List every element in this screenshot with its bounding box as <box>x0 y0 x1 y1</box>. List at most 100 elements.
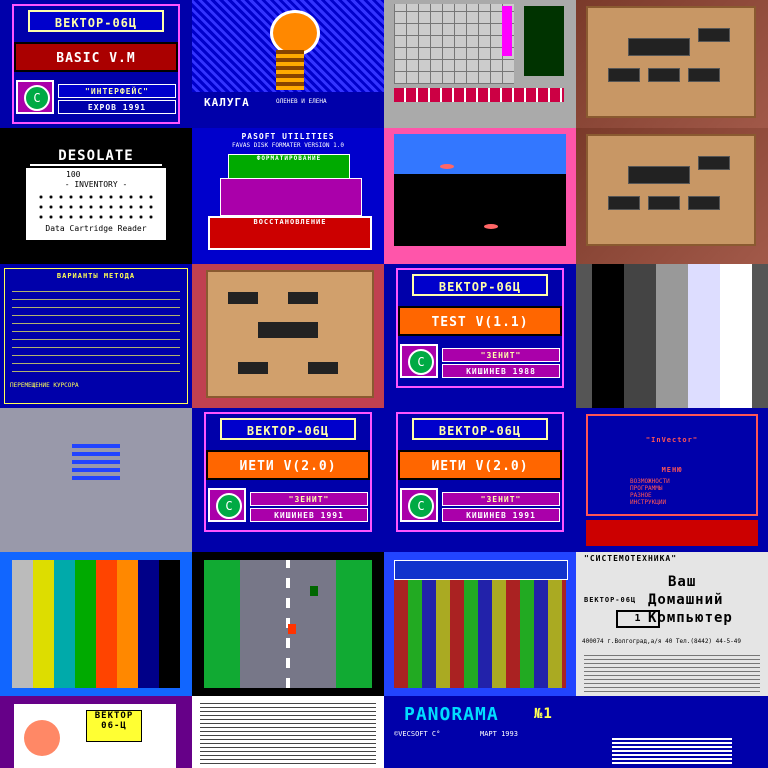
tile-pasoft-utilities[interactable]: PASOFT UTILITIES FAVAS DISK FORMATER VER… <box>192 128 384 272</box>
tile-board-photo-1[interactable] <box>576 0 768 144</box>
tile-ufo-game[interactable] <box>384 128 576 272</box>
cover-line-3: Компьютер <box>648 610 733 626</box>
ground <box>394 174 566 246</box>
circuit-board <box>586 134 756 246</box>
tile-color-bars[interactable] <box>0 552 192 696</box>
tile-loading-blocks[interactable] <box>0 408 192 552</box>
tile-math-menu[interactable]: ВАРИАНТЫ МЕТОДА ПЕРЕМЕЩЕНИЕ КУРСОРА <box>0 264 192 408</box>
bar-magenta <box>502 6 512 56</box>
tile-title: DESOLATE <box>30 148 162 166</box>
car-icon <box>310 586 318 596</box>
game-grid <box>394 4 514 84</box>
tile-kaluga[interactable]: КАЛУГА ОЛЕНЕВ И ЕЛЕНА <box>192 0 384 144</box>
page-text <box>200 702 376 764</box>
tile-test-v11[interactable]: ВЕКТОР-06Ц TEST V(1.1) С "ЗЕНИТ" КИШИНЕВ… <box>384 264 576 408</box>
person-icon <box>24 720 60 756</box>
menu-item[interactable]: ВОЗМОЖНОСТИ <box>630 478 670 485</box>
restore-box: ВОССТАНОВЛЕНИЕ <box>208 216 372 250</box>
issue-date: МАРТ 1993 <box>480 730 518 738</box>
circuit-board <box>206 270 374 398</box>
tile-invector-menu[interactable]: "InVector" МЕНЮ ВОЗМОЖНОСТИ ПРОГРАММЫ РА… <box>576 408 768 552</box>
menu-title: МЕНЮ <box>661 466 683 474</box>
tile-panorama[interactable]: PANORAMA №1 ©VECSOFT С° МАРТ 1993 <box>384 696 576 768</box>
program-name: ИЕТИ V(2.0) <box>398 450 562 480</box>
bar-white <box>720 264 752 408</box>
tile-ieti-2[interactable]: ВЕКТОР-06Ц ИЕТИ V(2.0) С "ЗЕНИТ" КИШИНЕВ… <box>384 408 576 552</box>
text-block <box>612 736 732 764</box>
monitor-logo: ВЕКТОР 06-Ц <box>86 710 142 742</box>
ship-icon <box>484 224 498 229</box>
menu-item[interactable]: РАЗНОЕ <box>630 492 670 499</box>
loading-blocks <box>72 440 120 480</box>
caption: КАЛУГА <box>204 96 250 109</box>
frame <box>586 414 758 516</box>
inventory-slots <box>36 192 156 220</box>
tile-grayscale-bars[interactable] <box>576 264 768 408</box>
bar-dark <box>624 264 656 408</box>
tile-subtitle: FAVAS DISK FORMATER VERSION 1.0 <box>232 142 344 149</box>
character-body-icon <box>276 50 304 90</box>
address-line: 400074 г.Волгоград,а/я 40 Тел.(8442) 44-… <box>582 638 741 645</box>
firm-name: "ЗЕНИТ" <box>442 492 560 506</box>
tile-grid-game[interactable] <box>384 0 576 144</box>
tile-title: PANORAMA <box>404 704 499 725</box>
screenshot-mosaic: ВЕКТОР-06Ц BASIC V.M С "ИНТЕРФЕЙС" ЕХРОВ… <box>0 0 768 768</box>
tile-title: ВЕКТОР-06Ц <box>412 274 548 296</box>
counter: 100 <box>66 170 81 179</box>
circuit-board <box>586 6 756 118</box>
tile-doc-cover[interactable]: "СИСТЕМОТЕХНИКА" Ваш Домашний ВЕКТОР-06Ц… <box>576 552 768 696</box>
model-name: ВЕКТОР-06Ц <box>584 596 637 604</box>
grass-right <box>336 560 372 688</box>
logo-icon: С <box>208 488 246 522</box>
menu-lines <box>12 288 180 376</box>
tile-title: PASOFT UTILITIES <box>241 132 335 141</box>
tile-title: ВЕКТОР-06Ц <box>412 418 548 440</box>
footer-panel <box>586 520 758 546</box>
logo-icon: С <box>16 80 54 114</box>
sub-caption: ОЛЕНЕВ И ЕЛЕНА <box>276 98 327 105</box>
tile-text-page[interactable] <box>192 696 384 768</box>
toolbar <box>394 560 568 580</box>
tile-icon-grid[interactable] <box>384 552 576 696</box>
firm-name: "ИНТЕРФЕЙС" <box>58 84 176 98</box>
menu-item[interactable]: ПРОГРАММЫ <box>630 485 670 492</box>
tile-desolate[interactable]: DESOLATE 100 - INVENTORY - Data Cartridg… <box>0 128 192 272</box>
author-line: КИШИНЕВ 1991 <box>250 508 368 522</box>
tile-title: ВЕКТОР-06Ц <box>220 418 356 440</box>
tile-basic-vm[interactable]: ВЕКТОР-06Ц BASIC V.M С "ИНТЕРФЕЙС" ЕХРОВ… <box>0 0 192 144</box>
info-box <box>220 178 362 216</box>
icon-grid <box>394 580 566 688</box>
logo-icon: С <box>400 344 438 378</box>
cover-line-1: Ваш <box>668 574 697 590</box>
inventory-label: - INVENTORY - <box>64 180 128 189</box>
program-name: ИЕТИ V(2.0) <box>206 450 370 480</box>
footer-label: Data Cartridge Reader <box>45 224 147 233</box>
logo-icon: С <box>400 488 438 522</box>
key-row <box>394 88 564 102</box>
ufo-icon <box>440 164 454 169</box>
menu-header: "InVector" <box>645 436 699 444</box>
inventory-panel: 100 - INVENTORY - Data Cartridge Reader <box>26 168 166 240</box>
credit: ©VECSOFT С° <box>394 730 441 738</box>
tile-board-photo-2[interactable] <box>576 128 768 272</box>
tile-road-game[interactable] <box>192 552 384 696</box>
program-name: TEST V(1.1) <box>398 306 562 336</box>
tile-blue-text[interactable] <box>576 696 768 768</box>
tile-cartoon[interactable]: ВЕКТОР 06-Ц <box>0 696 192 768</box>
side-panel <box>524 6 564 76</box>
firm-name: "ЗЕНИТ" <box>442 348 560 362</box>
firm-name: "СИСТЕМОТЕХНИКА" <box>584 554 678 563</box>
author-line: ЕХРОВ 1991 <box>58 100 176 114</box>
grass-left <box>204 560 240 688</box>
issue-number: №1 <box>534 706 553 722</box>
firm-name: "ЗЕНИТ" <box>250 492 368 506</box>
player-car-icon <box>288 624 296 634</box>
menu-item[interactable]: ИНСТРУКЦИИ <box>630 499 670 506</box>
bar-mid <box>656 264 688 408</box>
tile-board-photo-3[interactable] <box>192 264 384 408</box>
sky <box>394 134 566 174</box>
bar-light <box>688 264 720 408</box>
color-bars <box>12 560 180 688</box>
tile-ieti-1[interactable]: ВЕКТОР-06Ц ИЕТИ V(2.0) С "ЗЕНИТ" КИШИНЕВ… <box>192 408 384 552</box>
menu-items: ВОЗМОЖНОСТИ ПРОГРАММЫ РАЗНОЕ ИНСТРУКЦИИ <box>630 478 670 506</box>
